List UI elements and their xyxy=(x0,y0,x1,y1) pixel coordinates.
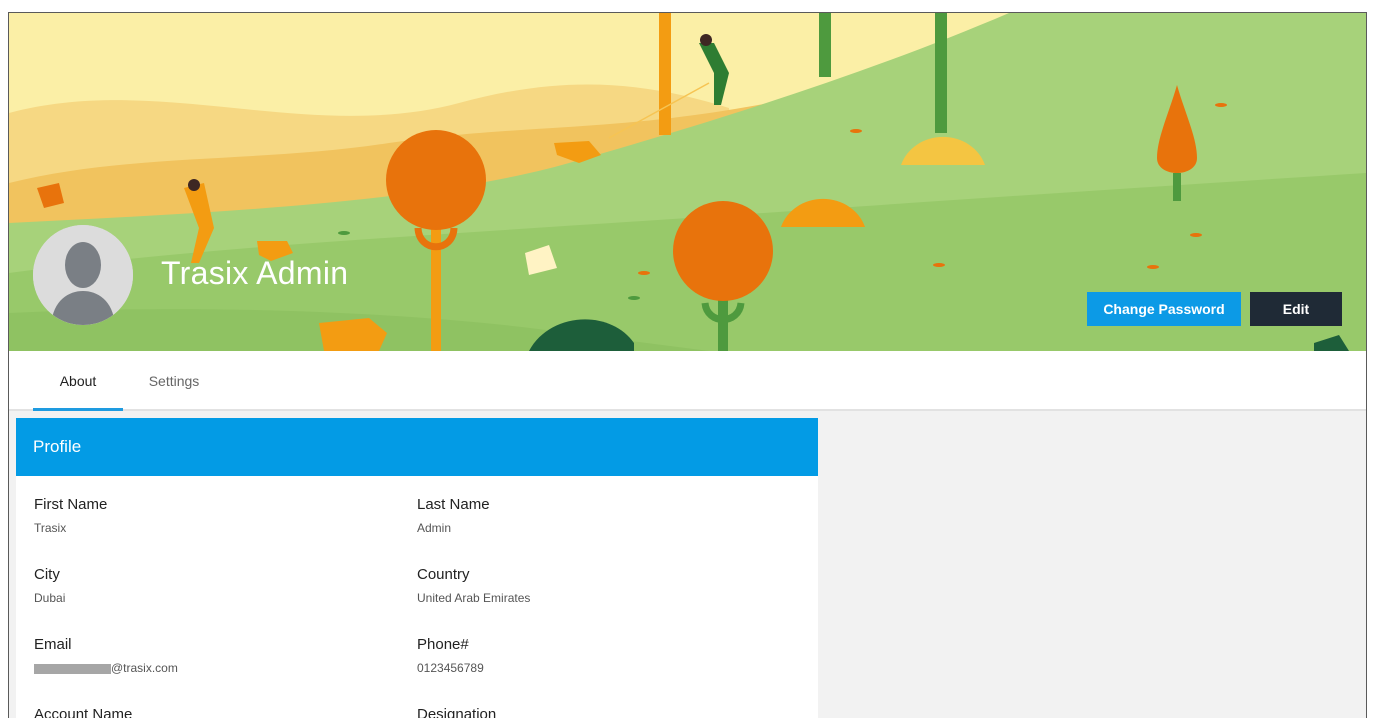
field-label: Account Name xyxy=(34,706,133,718)
field-label: Phone# xyxy=(417,636,469,653)
field-label: First Name xyxy=(34,496,108,513)
field-label: Last Name xyxy=(417,496,490,513)
change-password-button[interactable]: Change Password xyxy=(1087,292,1241,326)
field-value: Admin xyxy=(417,521,452,535)
field-phone: Phone# 0123456789 xyxy=(417,636,747,675)
profile-card: Profile First Name Trasix Last Name Admi… xyxy=(16,418,818,718)
field-value-email: @trasix.com xyxy=(34,661,364,675)
tab-settings[interactable]: Settings xyxy=(133,351,215,411)
field-label: Email xyxy=(34,636,72,653)
email-domain: @trasix.com xyxy=(111,661,178,675)
field-value: Trasix xyxy=(34,521,67,535)
field-label: Designation xyxy=(417,706,497,718)
field-value: Dubai xyxy=(34,591,66,605)
profile-name: Trasix Admin xyxy=(161,255,349,291)
user-silhouette-icon xyxy=(33,225,133,325)
edit-profile-button[interactable]: Edit xyxy=(1250,292,1342,326)
field-city: City Dubai xyxy=(34,566,364,605)
avatar[interactable] xyxy=(33,225,133,325)
field-value: 0123456789 xyxy=(417,661,484,675)
tab-about[interactable]: About xyxy=(33,351,123,411)
field-last-name: Last Name Admin xyxy=(417,496,747,535)
field-country: Country United Arab Emirates xyxy=(417,566,747,605)
field-label: Country xyxy=(417,566,470,583)
field-designation: Designation xyxy=(417,706,747,718)
field-label: City xyxy=(34,566,60,583)
profile-tabs: About Settings xyxy=(9,351,1366,411)
cover-banner: Trasix Admin Change Password Edit xyxy=(9,13,1366,351)
field-email: Email @trasix.com xyxy=(34,636,364,675)
profile-page: Trasix Admin Change Password Edit About … xyxy=(8,12,1367,718)
field-account-name: Account Name xyxy=(34,706,364,718)
redacted-block xyxy=(34,663,111,674)
field-value: United Arab Emirates xyxy=(417,591,531,605)
field-first-name: First Name Trasix xyxy=(34,496,364,535)
profile-card-title: Profile xyxy=(16,418,818,476)
